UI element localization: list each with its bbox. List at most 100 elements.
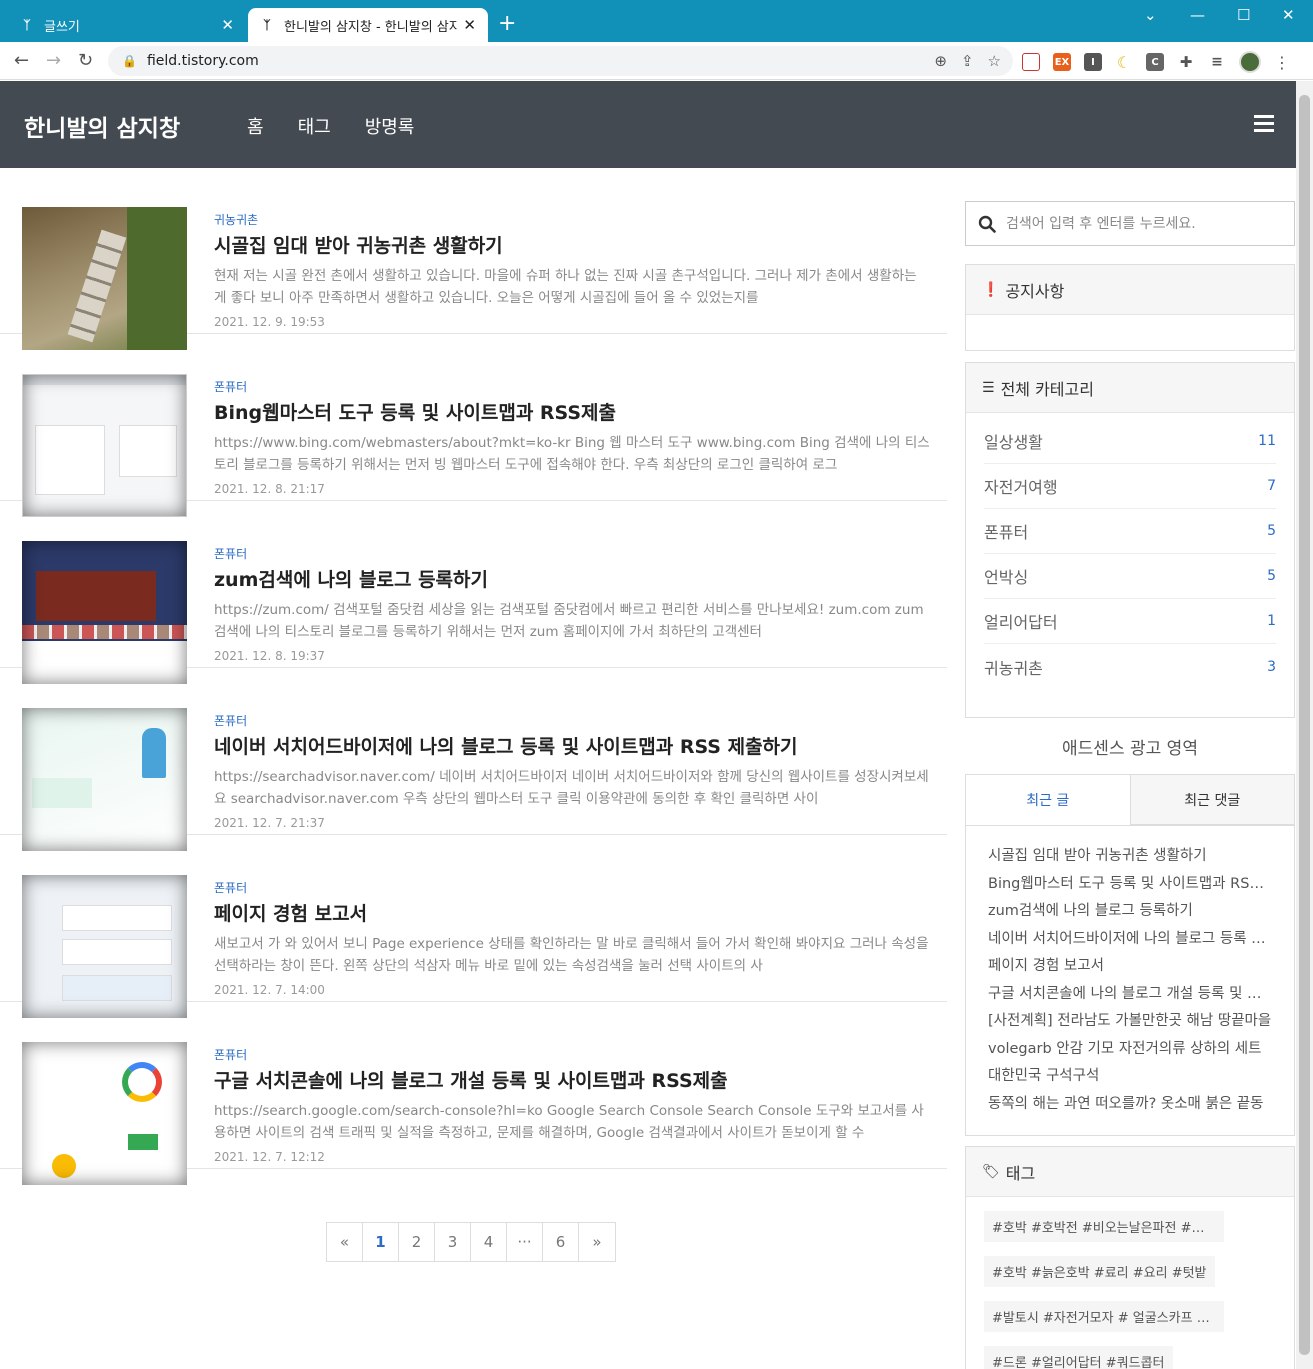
- recent-post-link[interactable]: 구글 서치콘솔에 나의 블로그 개설 등록 및 사이트맵과 RSS제출: [988, 982, 1272, 1010]
- recent-post-link[interactable]: volegarb 안감 기모 자전거의류 상하의 세트: [988, 1037, 1272, 1065]
- c-extension-icon[interactable]: C: [1146, 53, 1164, 71]
- recent-post-link[interactable]: 시골집 임대 받아 귀농귀촌 생활하기: [988, 844, 1272, 872]
- post-date: 2021. 12. 9. 19:53: [214, 315, 325, 329]
- post-date: 2021. 12. 8. 19:37: [214, 649, 325, 663]
- category-item[interactable]: 얼리어답터 1: [984, 599, 1276, 644]
- maximize-icon[interactable]: ☐: [1237, 6, 1250, 24]
- post-thumbnail[interactable]: [22, 374, 187, 517]
- page-prev[interactable]: «: [327, 1223, 363, 1261]
- category-name: 귀농귀촌: [984, 658, 1043, 678]
- page-2[interactable]: 2: [399, 1223, 435, 1261]
- category-name: 얼리어답터: [984, 613, 1058, 632]
- scrollbar-thumb[interactable]: [1299, 95, 1310, 1355]
- close-icon[interactable]: ✕: [221, 16, 234, 34]
- tag-chip[interactable]: #드론 #얼리어답터 #쿼드콥터: [984, 1346, 1173, 1369]
- recent-post-link[interactable]: zum검색에 나의 블로그 등록하기: [988, 899, 1272, 927]
- post-item[interactable]: 귀농귀촌 시골집 임대 받아 귀농귀촌 생활하기 현재 저는 시골 완전 촌에서…: [0, 167, 947, 350]
- recent-post-link[interactable]: [사전계획] 전라남도 가볼만한곳 해남 땅끝마을: [988, 1009, 1272, 1037]
- recent-post-link[interactable]: 동쪽의 해는 과연 떠오를까? 옷소매 붉은 끝동: [988, 1092, 1272, 1120]
- bookmark-star-icon[interactable]: ☆: [988, 52, 1001, 70]
- search-input[interactable]: [1006, 215, 1276, 232]
- page-1[interactable]: 1: [363, 1223, 399, 1261]
- tag-chip[interactable]: #발토시 #자전거모자 # 얼굴스카프 #자전거: [984, 1301, 1224, 1332]
- category-item[interactable]: 귀농귀촌 3: [984, 644, 1276, 689]
- tab-recent-posts[interactable]: 최근 글: [966, 775, 1130, 825]
- category-item[interactable]: 자전거여행 7: [984, 464, 1276, 509]
- post-category[interactable]: 폰퓨터: [214, 378, 247, 395]
- tab-recent-comments[interactable]: 최근 댓글: [1129, 775, 1294, 825]
- nav-home[interactable]: 홈: [247, 113, 264, 139]
- recent-post-link[interactable]: 페이지 경험 보고서: [988, 954, 1272, 982]
- post-title[interactable]: 네이버 서치어드바이저에 나의 블로그 등록 및 사이트맵과 RSS 제출하기: [214, 732, 798, 759]
- search-box[interactable]: [965, 201, 1295, 246]
- window-close-icon[interactable]: ✕: [1282, 6, 1295, 24]
- post-thumbnail[interactable]: [22, 207, 187, 350]
- post-title[interactable]: Bing웹마스터 도구 등록 및 사이트맵과 RSS제출: [214, 398, 616, 425]
- post-excerpt: 현재 저는 시골 완전 촌에서 생활하고 있습니다. 마을에 슈퍼 하나 없는 …: [214, 268, 917, 306]
- tag-header: 🏷 태그: [966, 1147, 1294, 1197]
- category-item[interactable]: 일상생활 11: [984, 419, 1276, 464]
- share-icon[interactable]: ⇪: [961, 52, 974, 70]
- reload-icon[interactable]: ↻: [78, 50, 93, 71]
- ex-extension-icon[interactable]: EX: [1053, 53, 1071, 71]
- page-3[interactable]: 3: [435, 1223, 471, 1261]
- post-category[interactable]: 폰퓨터: [214, 545, 247, 562]
- moon-extension-icon[interactable]: ☾: [1115, 53, 1133, 72]
- site-title[interactable]: 한니발의 삼지창: [24, 109, 180, 143]
- puzzle-icon[interactable]: ✚: [1177, 53, 1195, 71]
- post-title[interactable]: 구글 서치콘솔에 나의 블로그 개설 등록 및 사이트맵과 RSS제출: [214, 1066, 728, 1093]
- category-name: 언박싱: [984, 568, 1029, 587]
- category-item[interactable]: 폰퓨터 5: [984, 509, 1276, 554]
- post-category[interactable]: 귀농귀촌: [214, 211, 258, 228]
- url-bar[interactable]: 🔒 field.tistory.com ⊕ ⇪ ☆: [108, 46, 1013, 76]
- tag-chip[interactable]: #호박 #늙은호박 #료리 #요리 #텃밭: [984, 1256, 1215, 1287]
- post-item[interactable]: 폰퓨터 Bing웹마스터 도구 등록 및 사이트맵과 RSS제출 https:/…: [0, 334, 947, 517]
- chevron-down-icon[interactable]: ⌄: [1144, 6, 1157, 24]
- category-item[interactable]: 언박싱 5: [984, 554, 1276, 599]
- calendar-extension-icon[interactable]: [1022, 53, 1040, 71]
- nav-tag[interactable]: 태그: [298, 113, 331, 139]
- post-thumbnail[interactable]: [22, 708, 187, 851]
- zoom-icon[interactable]: ⊕: [934, 52, 947, 70]
- post-thumbnail[interactable]: [22, 1042, 187, 1185]
- lock-icon: 🔒: [122, 54, 137, 68]
- recent-post-link[interactable]: 대한민국 구석구석: [988, 1064, 1272, 1092]
- minimize-icon[interactable]: —: [1190, 6, 1205, 24]
- browser-tab-blog[interactable]: ᛉ 한니발의 삼지창 - 한니발의 삼지창 ✕: [248, 8, 488, 42]
- close-icon[interactable]: ✕: [463, 16, 476, 34]
- post-title[interactable]: 시골집 임대 받아 귀농귀촌 생활하기: [214, 231, 503, 258]
- page-6[interactable]: 6: [543, 1223, 579, 1261]
- post-thumbnail[interactable]: [22, 875, 187, 1018]
- browser-tab-write[interactable]: ᛉ 글쓰기 ✕: [8, 8, 246, 42]
- post-item[interactable]: 폰퓨터 구글 서치콘솔에 나의 블로그 개설 등록 및 사이트맵과 RSS제출 …: [0, 1002, 947, 1185]
- post-category[interactable]: 폰퓨터: [214, 879, 247, 896]
- post-item[interactable]: 폰퓨터 네이버 서치어드바이저에 나의 블로그 등록 및 사이트맵과 RSS 제…: [0, 668, 947, 851]
- hamburger-menu-icon[interactable]: [1254, 115, 1274, 136]
- info-extension-icon[interactable]: I: [1084, 53, 1102, 71]
- recent-post-link[interactable]: Bing웹마스터 도구 등록 및 사이트맵과 RSS제출: [988, 872, 1272, 900]
- post-category[interactable]: 폰퓨터: [214, 712, 247, 729]
- back-arrow-icon[interactable]: ←: [14, 50, 29, 71]
- category-count: 1: [1267, 613, 1276, 629]
- post-item[interactable]: 폰퓨터 zum검색에 나의 블로그 등록하기 https://zum.com/ …: [0, 501, 947, 684]
- post-title[interactable]: zum검색에 나의 블로그 등록하기: [214, 565, 488, 592]
- tistory-favicon-icon: ᛉ: [23, 18, 31, 32]
- page-scrollbar[interactable]: [1296, 81, 1313, 1369]
- menu-dots-icon[interactable]: ⋮: [1274, 53, 1290, 72]
- recent-tabs: 최근 글 최근 댓글: [965, 774, 1295, 826]
- post-category[interactable]: 폰퓨터: [214, 1046, 247, 1063]
- page-next[interactable]: »: [579, 1223, 615, 1261]
- post-thumbnail[interactable]: [22, 541, 187, 684]
- tag-chip[interactable]: #호박 #호박전 #비오는날은파전 #비오는날: [984, 1211, 1224, 1242]
- new-tab-button[interactable]: +: [498, 12, 516, 36]
- forward-arrow-icon[interactable]: →: [46, 50, 61, 71]
- post-item[interactable]: 폰퓨터 페이지 경험 보고서 새보고서 가 와 있어서 보니 Page expe…: [0, 835, 947, 1018]
- page-4[interactable]: 4: [471, 1223, 507, 1261]
- nav-guestbook[interactable]: 방명록: [365, 113, 415, 139]
- site-nav: 홈 태그 방명록: [247, 113, 414, 139]
- profile-avatar[interactable]: [1239, 51, 1261, 73]
- recent-post-link[interactable]: 네이버 서치어드바이저에 나의 블로그 등록 및 사이트맵과 RSS 제출하기: [988, 927, 1272, 955]
- post-title[interactable]: 페이지 경험 보고서: [214, 899, 367, 926]
- category-title: 전체 카테고리: [1000, 379, 1094, 399]
- media-queue-icon[interactable]: ≡: [1208, 53, 1226, 71]
